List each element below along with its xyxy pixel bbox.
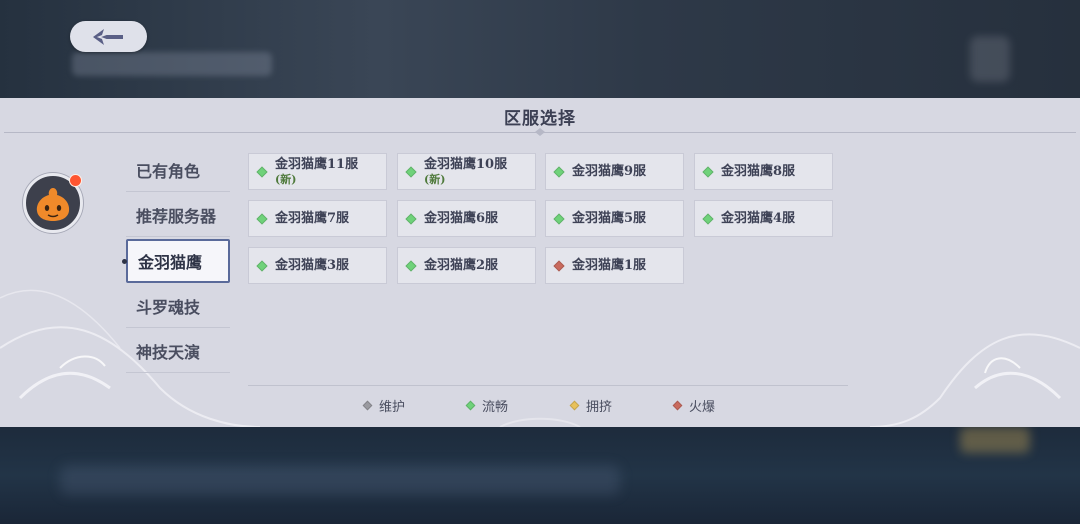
legend-status-icon (569, 400, 580, 410)
legend-item: 流畅 (465, 396, 509, 415)
server-card[interactable]: 金羽猫鹰9服 (545, 153, 684, 190)
server-text: 金羽猫鹰9服 (572, 165, 646, 179)
blurred-background-bar (60, 465, 620, 495)
server-status-icon (256, 165, 268, 178)
server-card[interactable]: 金羽猫鹰10服 (新) (397, 153, 536, 190)
server-new-tag: (新) (275, 172, 297, 186)
server-status-icon (405, 212, 417, 225)
server-text: 金羽猫鹰3服 (275, 259, 349, 273)
blurred-background-button (960, 427, 1030, 453)
server-card[interactable]: 金羽猫鹰3服 (248, 247, 387, 284)
server-status-icon (405, 259, 417, 272)
sidebar-item-recommended[interactable]: 推荐服务器 (126, 193, 230, 237)
server-status-icon (256, 259, 268, 272)
server-status-icon (702, 212, 714, 225)
server-text: 金羽猫鹰4服 (721, 212, 795, 226)
back-button[interactable] (70, 21, 147, 52)
sidebar-item-existing-roles[interactable]: 已有角色 (126, 148, 230, 192)
sidebar-item-shenji-tianyan[interactable]: 神技天演 (126, 329, 230, 373)
server-card[interactable]: 金羽猫鹰8服 (694, 153, 833, 190)
sidebar-item-douluo-hunji[interactable]: 斗罗魂技 (126, 284, 230, 328)
background-top (0, 0, 1080, 98)
server-card[interactable]: 金羽猫鹰7服 (248, 200, 387, 237)
legend-label: 流畅 (482, 399, 509, 415)
back-arrow-icon (92, 28, 123, 45)
server-name: 金羽猫鹰2服 (424, 257, 499, 273)
legend-item: 拥挤 (569, 396, 613, 415)
legend-divider (248, 385, 848, 386)
panel-title: 区服选择 (504, 109, 576, 129)
blurred-background-icon (970, 36, 1010, 82)
server-text: 金羽猫鹰10服 (新) (424, 158, 507, 185)
sidebar-item-label: 已有角色 (136, 161, 201, 181)
server-card[interactable]: 金羽猫鹰2服 (397, 247, 536, 284)
server-card[interactable]: 金羽猫鹰4服 (694, 200, 833, 237)
server-text: 金羽猫鹰5服 (572, 212, 646, 226)
server-name: 金羽猫鹰7服 (275, 210, 350, 226)
server-text: 金羽猫鹰1服 (572, 259, 646, 273)
server-name: 金羽猫鹰10服 (424, 156, 508, 172)
sidebar-item-jinyu-maoying[interactable]: 金羽猫鹰 (122, 239, 230, 283)
server-text: 金羽猫鹰6服 (424, 212, 498, 226)
legend-status-icon (465, 400, 476, 410)
server-card[interactable]: 金羽猫鹰1服 (545, 247, 684, 284)
legend-item: 维护 (362, 396, 406, 415)
active-indicator-dot (122, 259, 127, 264)
server-card[interactable]: 金羽猫鹰11服 (新) (248, 153, 387, 190)
server-status-icon (553, 165, 565, 178)
avatar[interactable] (23, 173, 83, 233)
title-diamond-ornament (535, 128, 545, 136)
server-status-icon (405, 165, 417, 178)
legend-label: 维护 (379, 399, 406, 415)
server-status-icon (553, 212, 565, 225)
server-status-icon (702, 165, 714, 178)
legend-status-icon (362, 400, 373, 410)
server-new-tag: (新) (424, 172, 446, 186)
blurred-background-text (72, 52, 272, 76)
sidebar-item-label: 神技天演 (136, 342, 201, 362)
server-text: 金羽猫鹰8服 (721, 165, 795, 179)
server-select-panel: 区服选择 已有角色 推荐服务器 金羽猫鹰 斗罗魂技 神技天演 金羽猫鹰11服 (新… (0, 98, 1080, 427)
server-text: 金羽猫鹰2服 (424, 259, 498, 273)
server-name: 金羽猫鹰3服 (275, 257, 350, 273)
legend-status-icon (672, 400, 683, 410)
legend-item: 火爆 (672, 396, 716, 415)
server-name: 金羽猫鹰11服 (275, 156, 359, 172)
background-bottom (0, 427, 1080, 524)
server-status-icon (553, 259, 565, 272)
server-status-icon (256, 212, 268, 225)
sidebar-item-label: 斗罗魂技 (136, 297, 201, 317)
server-name: 金羽猫鹰5服 (572, 210, 647, 226)
server-name: 金羽猫鹰9服 (572, 163, 647, 179)
notification-badge (69, 174, 82, 187)
sidebar-item-label: 推荐服务器 (136, 206, 217, 226)
server-name: 金羽猫鹰6服 (424, 210, 499, 226)
server-text: 金羽猫鹰11服 (新) (275, 158, 358, 185)
server-text: 金羽猫鹰7服 (275, 212, 349, 226)
server-name: 金羽猫鹰8服 (721, 163, 796, 179)
legend-label: 火爆 (689, 399, 716, 415)
legend-label: 拥挤 (586, 399, 613, 415)
sidebar-item-label: 金羽猫鹰 (138, 253, 203, 272)
server-card[interactable]: 金羽猫鹰6服 (397, 200, 536, 237)
server-card[interactable]: 金羽猫鹰5服 (545, 200, 684, 237)
server-name: 金羽猫鹰1服 (572, 257, 647, 273)
server-name: 金羽猫鹰4服 (721, 210, 796, 226)
